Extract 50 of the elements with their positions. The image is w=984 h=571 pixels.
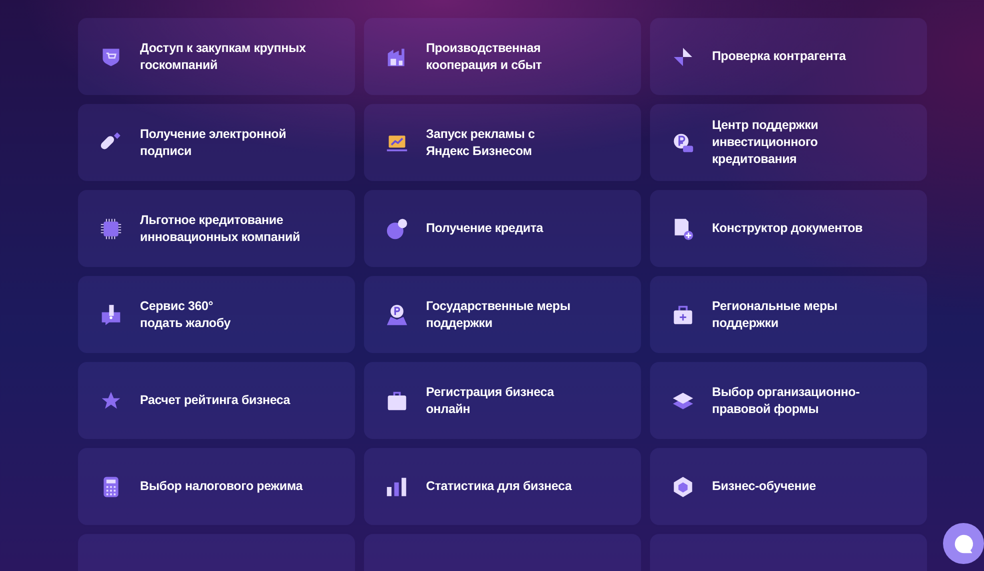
service-title: Получение электронной подписи [140, 126, 286, 160]
chat-button[interactable] [943, 523, 984, 564]
service-card[interactable]: Сервис 360° подать жалобу [78, 276, 355, 353]
service-title: Доступ к закупкам крупных госкомпаний [140, 40, 306, 74]
service-card[interactable]: Выбор налогового режима [78, 448, 355, 525]
service-title: Государственные меры поддержки [426, 298, 570, 332]
service-title: Получение кредита [426, 220, 544, 237]
service-card[interactable]: Получение электронной подписи [78, 104, 355, 181]
stars-icon [100, 390, 122, 412]
service-card[interactable]: Доступ к закупкам крупных госкомпаний [78, 18, 355, 95]
ruble-chat-icon [672, 132, 694, 154]
service-card[interactable]: Государственные меры поддержки [364, 276, 641, 353]
service-title: Сервис 360° подать жалобу [140, 298, 230, 332]
document-plus-icon [672, 218, 694, 240]
medkit-icon [672, 304, 694, 326]
briefcase-icon [386, 390, 408, 412]
service-title: Расчет рейтинга бизнеса [140, 392, 290, 409]
service-card[interactable]: Статистика для бизнеса [364, 448, 641, 525]
service-title: Выбор организационно- правовой формы [712, 384, 860, 418]
service-card[interactable]: Бизнес-обучение [650, 448, 927, 525]
chip-icon [100, 218, 122, 240]
service-card[interactable]: Получение кредита [364, 190, 641, 267]
service-title: Конструктор документов [712, 220, 863, 237]
service-card[interactable]: Центр поддержки инвестиционного кредитования [650, 104, 927, 181]
service-card[interactable]: Региональные меры поддержки [650, 276, 927, 353]
service-card[interactable]: Проверка контрагента [650, 18, 927, 95]
service-title: Центр поддержки инвестиционного кредитования [712, 117, 818, 168]
service-card[interactable]: Конструктор документов [650, 190, 927, 267]
service-card[interactable]: Регистрация бизнеса онлайн [364, 362, 641, 439]
service-title: Выбор налогового режима [140, 478, 302, 495]
service-title: Региональные меры поддержки [712, 298, 838, 332]
service-card[interactable]: Запуск рекламы с Яндекс Бизнесом [364, 104, 641, 181]
service-title: Запуск рекламы с Яндекс Бизнесом [426, 126, 535, 160]
service-title: Производственная кооперация и сбыт [426, 40, 542, 74]
service-title: Статистика для бизнеса [426, 478, 572, 495]
service-title: Льготное кредитование инновационных компаний [140, 212, 300, 246]
service-card[interactable]: Расчет рейтинга бизнеса [78, 362, 355, 439]
map-pin-icon [386, 304, 408, 326]
bar-chart-icon [386, 476, 408, 498]
circles-icon [386, 218, 408, 240]
service-card[interactable]: Производственная кооперация и сбыт [364, 18, 641, 95]
service-title: Бизнес-обучение [712, 478, 816, 495]
service-title: Проверка контрагента [712, 48, 846, 65]
chat-icon [952, 532, 974, 554]
complaint-icon [100, 304, 122, 326]
service-card[interactable]: Льготное кредитование инновационных компаний [78, 190, 355, 267]
service-title: Регистрация бизнеса онлайн [426, 384, 554, 418]
service-card[interactable]: Выбор организационно- правовой формы [650, 362, 927, 439]
hexagon-icon [672, 476, 694, 498]
lightning-icon [672, 46, 694, 68]
